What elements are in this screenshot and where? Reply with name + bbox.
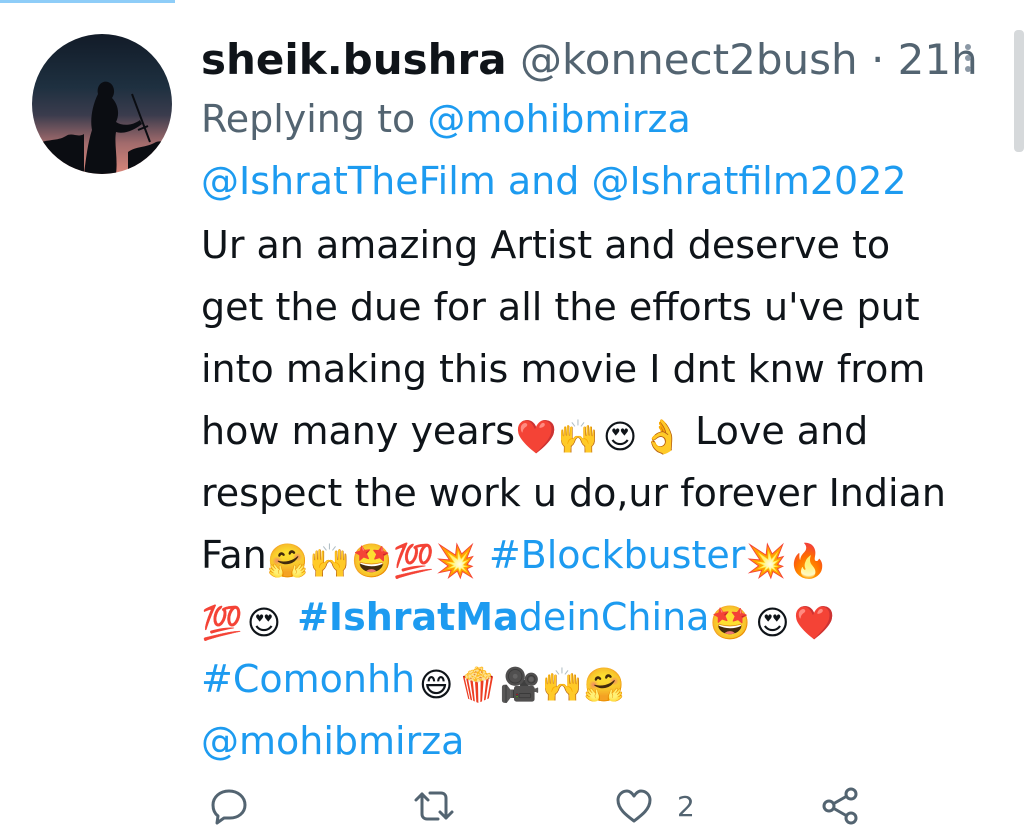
hugging-emoji: 🤗	[267, 541, 309, 580]
hashtag-link[interactable]: #Blockbuster	[489, 533, 746, 577]
avatar[interactable]	[32, 34, 172, 174]
share-icon	[822, 787, 858, 825]
display-name[interactable]: sheik.bushra	[201, 35, 507, 84]
heart-emoji: ❤️	[793, 603, 835, 642]
text-line: 💯 😍 #IshratMadeinChina🤩 😍 ❤️	[201, 586, 991, 648]
like-count: 2	[677, 790, 695, 823]
text-line: how many years❤️🙌 😍 👌 Love and	[201, 400, 991, 462]
collision-emoji: 💥	[745, 541, 787, 580]
collision-emoji: 💥	[435, 541, 477, 580]
heart-emoji: ❤️	[515, 417, 557, 456]
star-struck-emoji: 🤩	[351, 541, 393, 580]
text-line: #Comonhh 😄 🍿🎥🙌🤗	[201, 648, 991, 710]
replying-to-prefix: Replying to	[201, 97, 428, 141]
ok-hand-emoji: 👌	[641, 417, 683, 456]
replying-to-others[interactable]: @IshratTheFilm and @Ishratfilm2022	[201, 150, 907, 212]
hundred-emoji: 💯	[201, 603, 243, 642]
hundred-emoji: 💯	[393, 541, 435, 580]
raised-hands-emoji: 🙌	[309, 541, 351, 580]
hashtag-link[interactable]: #Comonhh	[201, 657, 415, 701]
hashtag-link[interactable]: #IshratMa	[297, 595, 519, 639]
tweet-actions: 2	[0, 770, 1024, 835]
avatar-silhouette-icon	[32, 81, 172, 174]
retweet-button[interactable]	[412, 784, 456, 828]
hugging-emoji: 🤗	[583, 665, 625, 704]
text-segment: how many years	[201, 409, 516, 453]
heart-eyes-emoji: 😍	[246, 603, 282, 642]
star-struck-emoji: 🤩	[709, 603, 751, 642]
text-line: respect the work u do,ur forever Indian	[201, 471, 946, 515]
heart-eyes-emoji: 😍	[602, 417, 638, 456]
mention-link[interactable]: @mohibmirza	[201, 710, 991, 772]
text-line: Ur an amazing Artist and deserve to	[201, 223, 891, 267]
text-segment: Love and	[683, 409, 869, 453]
text-line: get the due for all the efforts u've put	[201, 285, 920, 329]
heart-eyes-emoji: 😍	[755, 603, 790, 642]
mention-link[interactable]: @mohibmirza	[427, 97, 690, 141]
top-accent-line	[0, 0, 175, 3]
reply-button[interactable]	[207, 784, 251, 828]
more-vertical-icon[interactable]	[958, 40, 978, 80]
text-line: Fan🤗🙌🤩💯💥 #Blockbuster💥🔥	[201, 524, 991, 586]
tweet-text: Ur an amazing Artist and deserve to get …	[201, 214, 991, 772]
fire-emoji: 🔥	[787, 541, 829, 580]
heart-icon	[616, 789, 652, 823]
like-button[interactable]	[612, 784, 656, 828]
text-line: into making this movie I dnt knw from	[201, 347, 926, 391]
raised-hands-emoji: 🙌	[541, 665, 583, 704]
reply-icon	[211, 789, 247, 825]
popcorn-emoji: 🍿	[457, 665, 499, 704]
raised-hands-emoji: 🙌	[557, 417, 599, 456]
text-segment: Fan	[201, 533, 267, 577]
hashtag-link-tail[interactable]: deinChina	[519, 595, 710, 639]
handle-and-time[interactable]: @konnect2bush · 21h	[520, 35, 978, 84]
replying-to-line: Replying to @mohibmirza	[201, 88, 691, 150]
grinning-emoji: 😄	[418, 665, 454, 704]
scrollbar[interactable]	[1014, 30, 1024, 152]
retweet-icon	[414, 791, 454, 821]
movie-camera-emoji: 🎥	[499, 665, 541, 704]
tweet-header: sheik.bushra @konnect2bush · 21h	[201, 30, 981, 90]
share-button[interactable]	[818, 784, 862, 828]
